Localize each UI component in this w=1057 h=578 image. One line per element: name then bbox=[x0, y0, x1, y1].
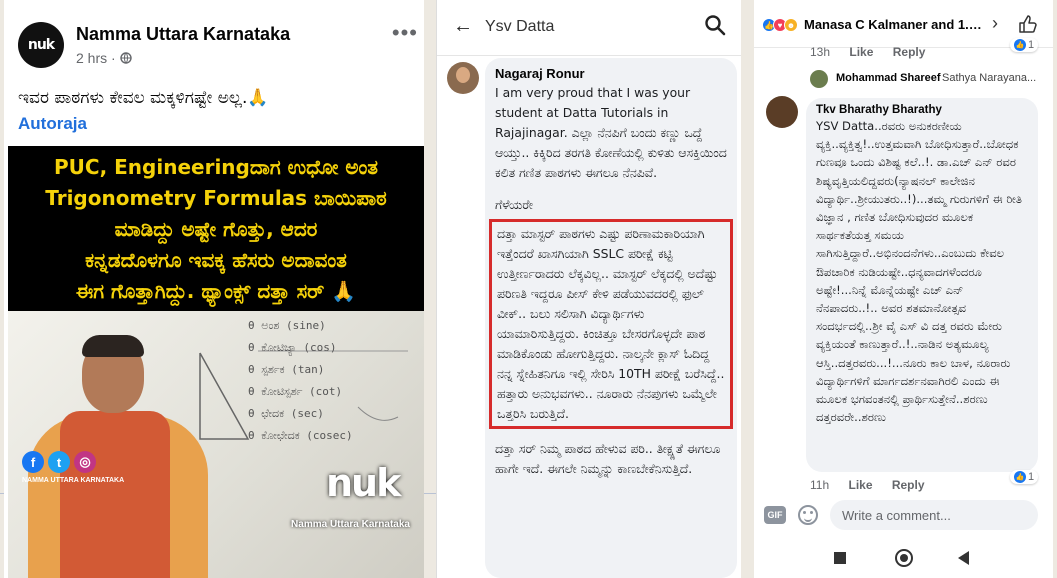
android-nav-bar bbox=[754, 538, 1053, 578]
post-header: nuk Namma Uttara Karnataka 2 hrs · ••• bbox=[18, 20, 418, 70]
chevron-right-icon[interactable]: › bbox=[992, 13, 998, 34]
emoji-icon[interactable] bbox=[798, 505, 818, 525]
reply-link[interactable]: Reply bbox=[892, 478, 925, 492]
like-count-value: 1 bbox=[1028, 39, 1035, 51]
facebook-icon: f bbox=[22, 451, 44, 473]
reactions-header: 👍 ♥ ☻ Manasa C Kalmaner and 1.2... › bbox=[754, 0, 1053, 48]
back-arrow-icon[interactable]: ← bbox=[453, 15, 473, 38]
like-thumb-icon[interactable] bbox=[1018, 14, 1038, 34]
post-timestamp[interactable]: 2 hrs · bbox=[76, 50, 132, 66]
comment-composer: GIF bbox=[754, 496, 1053, 536]
reply-preview[interactable]: Mohammad Shareef Sathya Narayana... bbox=[810, 70, 1050, 90]
board-text: θ ಕೋಛೇದಕ (cosec) bbox=[248, 429, 353, 442]
care-reaction-icon: ☻ bbox=[784, 18, 798, 32]
comment-time: 11h bbox=[810, 478, 830, 492]
reply-view-panel: ← Ysv Datta Nagaraj Ronur I am very prou… bbox=[436, 0, 741, 578]
search-icon[interactable] bbox=[704, 14, 726, 36]
comment-like-count[interactable]: 👍 1 bbox=[1010, 470, 1039, 484]
board-text: θ ಕೋಟಿಸ್ಪರ್ಶ (cot) bbox=[248, 385, 343, 398]
home-icon[interactable] bbox=[895, 549, 913, 567]
board-text: θ ಸ್ಪರ್ಶಕ (tan) bbox=[248, 363, 325, 376]
teacher-shawl bbox=[60, 411, 170, 578]
poster-headline: PUC, Engineeringದಾಗ ಉಧೋ ಅಂತ Trigonometry… bbox=[8, 146, 424, 311]
like-badge-icon: 👍 bbox=[1014, 39, 1026, 51]
social-handle: NAMMA UTTARA KARNATAKA bbox=[22, 477, 125, 484]
comment-bubble: Tkv Bharathy Bharathy YSV Datta..ರವರು ಅನ… bbox=[806, 98, 1038, 472]
reactors-summary[interactable]: Manasa C Kalmaner and 1.2... bbox=[804, 17, 984, 32]
comment-greeting: ಗೆಳೆಯರೇ bbox=[495, 197, 533, 212]
post-image[interactable]: PUC, Engineeringದಾಗ ಉಧೋ ಅಂತ Trigonometry… bbox=[8, 146, 424, 578]
social-icons: f t ◎ bbox=[22, 451, 96, 473]
like-count-value: 1 bbox=[1028, 471, 1035, 483]
comment-like-count[interactable]: 👍 1 bbox=[1010, 38, 1039, 52]
teacher-hair bbox=[82, 335, 144, 357]
reply-view-header: ← Ysv Datta bbox=[437, 0, 741, 56]
teacher-photo: θ ಅಂಶ (sine) θ ಕೋಟಿಜ್ಯಾ (cos) θ ಸ್ಪರ್ಶಕ … bbox=[8, 311, 424, 578]
comment-intro: I am very proud that I was your student … bbox=[495, 85, 727, 180]
highlighted-passage: ದತ್ತಾ ಮಾಸ್ಟರ್ ಪಾಠಗಳು ಎಷ್ಟು ಪರಿಣಾಮಕಾರಿಯಾಗ… bbox=[489, 219, 733, 429]
poster-line: ಮಾಡಿದ್ದು ಅಷ್ಟೇ ಗೊತ್ತು, ಆದರ bbox=[114, 217, 318, 241]
poster-line: PUC, Engineeringದಾಗ ಉಧೋ ಅಂತ bbox=[54, 155, 378, 179]
reaction-icons[interactable]: 👍 ♥ ☻ bbox=[762, 18, 798, 32]
more-options-icon[interactable]: ••• bbox=[392, 20, 418, 46]
like-link[interactable]: Like bbox=[848, 478, 872, 492]
gif-button[interactable]: GIF bbox=[764, 506, 786, 524]
post-time: 2 hrs · bbox=[76, 50, 120, 66]
page-name[interactable]: Namma Uttara Karnataka bbox=[76, 24, 290, 45]
board-text: θ ಕೋಟಿಜ್ಯಾ (cos) bbox=[248, 341, 337, 354]
facebook-post-panel: nuk Namma Uttara Karnataka 2 hrs · ••• ಇ… bbox=[4, 0, 424, 578]
comment-bubble: Nagaraj Ronur I am very proud that I was… bbox=[485, 58, 737, 578]
page-avatar[interactable]: nuk bbox=[18, 22, 64, 68]
comment-author[interactable]: Tkv Bharathy Bharathy bbox=[816, 104, 1028, 116]
board-text: θ ಅಂಶ (sine) bbox=[248, 319, 326, 332]
poster-line: Trigonometry Formulas ಬಾಯಿಪಾಠ bbox=[45, 186, 387, 210]
back-triangle-icon[interactable] bbox=[958, 551, 969, 565]
comment-input[interactable] bbox=[830, 500, 1038, 530]
comment-tail: ದತ್ತಾ ಸರ್ ನಿಮ್ಮ ಪಾಠದ ಹೇಳುವ ಪರಿ.. ತೀಕ್ಷ್ಣ… bbox=[495, 441, 721, 476]
nuk-logo: nuk bbox=[326, 461, 401, 505]
comment-actions-bottom: 11h Like Reply bbox=[810, 478, 941, 492]
instagram-icon: ◎ bbox=[74, 451, 96, 473]
reply-author: Mohammad Shareef bbox=[836, 72, 941, 84]
like-link[interactable]: Like bbox=[849, 45, 873, 59]
reply-view-title: Ysv Datta bbox=[485, 18, 555, 35]
comment-author[interactable]: Nagaraj Ronur bbox=[495, 66, 727, 81]
globe-icon bbox=[119, 52, 132, 64]
reply-avatar bbox=[810, 70, 828, 88]
post-caption: ಇವರ ಪಾಠಗಳು ಕೇವಲ ಮಕ್ಕಳಿಗಷ್ಟೇ ಅಲ್ಲ.🙏 bbox=[18, 88, 269, 108]
board-text: θ ಛೇದಕ (sec) bbox=[248, 407, 324, 420]
comment-time: 13h bbox=[810, 45, 831, 59]
highlighted-text: ದತ್ತಾ ಮಾಸ್ಟರ್ ಪಾಠಗಳು ಎಷ್ಟು ಪರಿಣಾಮಕಾರಿಯಾಗ… bbox=[497, 226, 725, 421]
reply-snippet: Sathya Narayana... bbox=[942, 72, 1037, 84]
commenter-avatar[interactable] bbox=[766, 96, 798, 128]
reply-link[interactable]: Reply bbox=[893, 45, 926, 59]
comment-text: YSV Datta..ರವರು ಅನುಕರಣೀಯ ವ್ಯಕ್ತಿ..ವ್ಯಕ್ತ… bbox=[816, 119, 1022, 425]
comments-thread-panel: 👍 ♥ ☻ Manasa C Kalmaner and 1.2... › 13h… bbox=[754, 0, 1053, 578]
poster-line: ಕನ್ನಡದೊಳಗೂ ಇವಕ್ಕ ಹೆಸರು ಅದಾವಂತ bbox=[85, 248, 347, 272]
post-tag-link[interactable]: Autoraja bbox=[18, 114, 87, 134]
like-badge-icon: 👍 bbox=[1014, 471, 1026, 483]
comment-actions-top: 13h Like Reply bbox=[810, 45, 941, 59]
twitter-icon: t bbox=[48, 451, 70, 473]
commenter-avatar[interactable] bbox=[447, 62, 479, 94]
recents-icon[interactable] bbox=[834, 552, 846, 564]
logo-caption: Namma Uttara Karnataka bbox=[291, 519, 410, 530]
poster-line: ಈಗ ಗೊತ್ತಾಗಿದ್ದು. ಥ್ಯಾಂಕ್ಸ್ ದತ್ತಾ ಸರ್ 🙏 bbox=[75, 279, 357, 303]
